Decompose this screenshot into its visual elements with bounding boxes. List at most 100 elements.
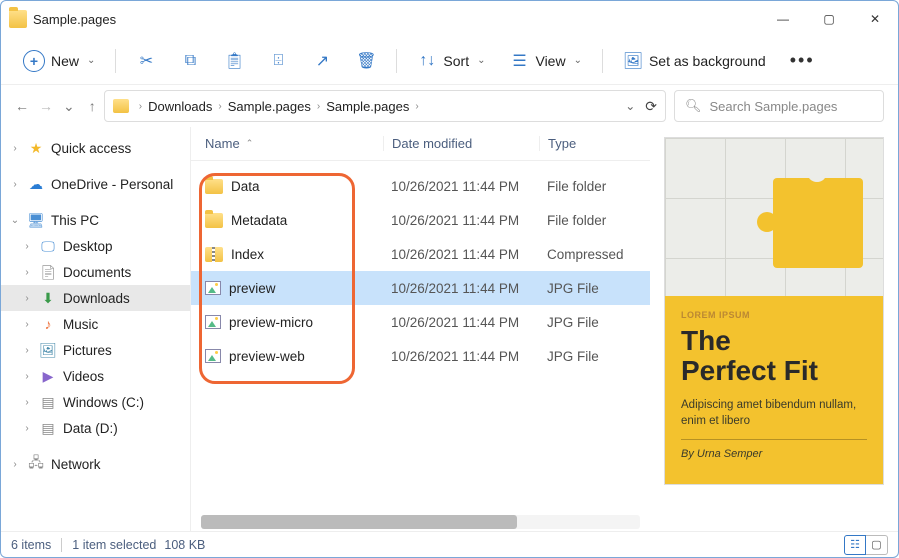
- forward-button[interactable]: →: [39, 98, 53, 114]
- share-button[interactable]: ↗: [302, 45, 342, 77]
- nav-documents[interactable]: ›📄︎Documents: [1, 259, 190, 285]
- file-list: Data10/26/2021 11:44 PMFile folderMetada…: [191, 161, 650, 509]
- breadcrumb[interactable]: Downloads: [146, 99, 214, 114]
- file-icon: [205, 349, 221, 363]
- address-dropdown[interactable]: ⌄: [619, 99, 641, 113]
- sort-label: Sort: [443, 53, 469, 69]
- pc-icon: 🖥︎: [27, 212, 45, 228]
- more-button[interactable]: •••: [780, 44, 825, 77]
- scrollbar-thumb[interactable]: [201, 515, 517, 529]
- cut-button[interactable]: ✂: [126, 45, 166, 77]
- copy-button[interactable]: ⧉: [170, 45, 210, 77]
- status-bar: 6 items 1 item selected 108 KB ☷ ▢: [1, 531, 898, 557]
- drive-icon: ▤: [39, 420, 57, 436]
- yellow-puzzle-piece: [773, 178, 863, 268]
- pictures-icon: 🖼︎: [39, 342, 57, 358]
- file-date: 10/26/2021 11:44 PM: [383, 315, 539, 330]
- chevron-down-icon: ⌄: [477, 55, 485, 66]
- desktop-icon: 🖵: [39, 238, 57, 254]
- nav-data-d[interactable]: ›▤Data (D:): [1, 415, 190, 441]
- nav-desktop[interactable]: ›🖵Desktop: [1, 233, 190, 259]
- music-icon: ♪: [39, 316, 57, 332]
- file-type: File folder: [539, 179, 650, 194]
- star-icon: ★: [27, 140, 45, 156]
- address-bar[interactable]: › Downloads › Sample.pages › Sample.page…: [104, 90, 666, 122]
- nav-quick-access[interactable]: ›★Quick access: [1, 135, 190, 161]
- puzzle-graphic: [665, 138, 883, 296]
- file-row[interactable]: Metadata10/26/2021 11:44 PMFile folder: [191, 203, 650, 237]
- drive-icon: ▤: [39, 394, 57, 410]
- view-button[interactable]: ☰ View ⌄: [499, 45, 591, 77]
- nav-pictures[interactable]: ›🖼︎Pictures: [1, 337, 190, 363]
- rename-button[interactable]: ⌹: [258, 45, 298, 77]
- nav-this-pc[interactable]: ⌄🖥︎This PC: [1, 207, 190, 233]
- delete-button[interactable]: 🗑︎: [346, 45, 386, 77]
- clipboard-icon: 📋︎: [224, 51, 244, 71]
- sort-button[interactable]: ↑↓ Sort ⌄: [407, 45, 495, 77]
- file-icon: [205, 247, 223, 262]
- breadcrumb[interactable]: Sample.pages: [324, 99, 411, 114]
- new-button[interactable]: + New ⌄: [13, 44, 105, 78]
- background-label: Set as background: [649, 53, 766, 69]
- nav-videos[interactable]: ›▶Videos: [1, 363, 190, 389]
- view-label: View: [535, 53, 565, 69]
- chevron-right-icon: ›: [135, 101, 146, 112]
- file-row[interactable]: preview-micro 10/26/2021 11:44 PMJPG File: [191, 305, 650, 339]
- refresh-button[interactable]: ⟳: [645, 98, 657, 115]
- back-button[interactable]: ←: [15, 98, 29, 114]
- nav-network[interactable]: ›🖧Network: [1, 451, 190, 477]
- paste-button[interactable]: 📋︎: [214, 45, 254, 77]
- file-name: Data: [231, 179, 260, 194]
- details-view-button[interactable]: ☷: [844, 535, 866, 555]
- window-title: Sample.pages: [33, 12, 116, 27]
- rename-icon: ⌹: [268, 51, 288, 71]
- folder-icon: [9, 10, 27, 28]
- file-date: 10/26/2021 11:44 PM: [383, 213, 539, 228]
- column-type[interactable]: Type: [539, 136, 650, 151]
- file-icon: [205, 281, 221, 295]
- minimize-button[interactable]: —: [760, 1, 806, 37]
- recent-dropdown[interactable]: ⌄: [63, 98, 75, 115]
- file-name: Metadata: [231, 213, 287, 228]
- status-selection: 1 item selected: [72, 538, 156, 552]
- file-type: JPG File: [539, 315, 650, 330]
- breadcrumb[interactable]: Sample.pages: [226, 99, 313, 114]
- maximize-button[interactable]: ▢: [806, 1, 852, 37]
- download-icon: ⬇: [39, 290, 57, 306]
- column-name[interactable]: Name⌃: [205, 136, 383, 151]
- navigation-pane: ›★Quick access ›☁OneDrive - Personal ⌄🖥︎…: [1, 127, 191, 531]
- more-icon: •••: [790, 50, 815, 71]
- new-label: New: [51, 53, 79, 69]
- file-type: JPG File: [539, 281, 650, 296]
- file-name: preview-micro: [229, 315, 313, 330]
- file-row[interactable]: preview-web10/26/2021 11:44 PMJPG File: [191, 339, 650, 373]
- videos-icon: ▶: [39, 368, 57, 384]
- chevron-down-icon: ⌄: [574, 55, 582, 66]
- file-row[interactable]: Data10/26/2021 11:44 PMFile folder: [191, 169, 650, 203]
- network-icon: 🖧: [27, 456, 45, 472]
- thumbnail-view-button[interactable]: ▢: [866, 535, 888, 555]
- set-background-button[interactable]: 🖼︎ Set as background: [613, 45, 776, 77]
- close-button[interactable]: ✕: [852, 1, 898, 37]
- nav-onedrive[interactable]: ›☁OneDrive - Personal: [1, 171, 190, 197]
- file-row[interactable]: Index10/26/2021 11:44 PMCompressed: [191, 237, 650, 271]
- titlebar: Sample.pages — ▢ ✕: [1, 1, 898, 37]
- nav-music[interactable]: ›♪Music: [1, 311, 190, 337]
- search-input[interactable]: 🔍︎ Search Sample.pages: [674, 90, 884, 122]
- column-date[interactable]: Date modified: [383, 136, 539, 151]
- nav-downloads[interactable]: ›⬇Downloads: [1, 285, 190, 311]
- folder-icon: [113, 99, 129, 113]
- horizontal-scrollbar[interactable]: [201, 515, 640, 529]
- file-row[interactable]: preview10/26/2021 11:44 PMJPG File: [191, 271, 650, 305]
- nav-windows-c[interactable]: ›▤Windows (C:): [1, 389, 190, 415]
- cloud-icon: ☁: [27, 176, 45, 192]
- preview-pane: LOREM IPSUM The Perfect Fit Adipiscing a…: [650, 127, 898, 531]
- chevron-right-icon: ›: [411, 101, 422, 112]
- share-icon: ↗: [312, 51, 332, 71]
- file-date: 10/26/2021 11:44 PM: [383, 247, 539, 262]
- file-date: 10/26/2021 11:44 PM: [383, 349, 539, 364]
- preview-eyebrow: LOREM IPSUM: [681, 310, 867, 320]
- view-icon: ☰: [509, 51, 529, 71]
- file-date: 10/26/2021 11:44 PM: [383, 281, 539, 296]
- up-button[interactable]: ↑: [89, 98, 96, 114]
